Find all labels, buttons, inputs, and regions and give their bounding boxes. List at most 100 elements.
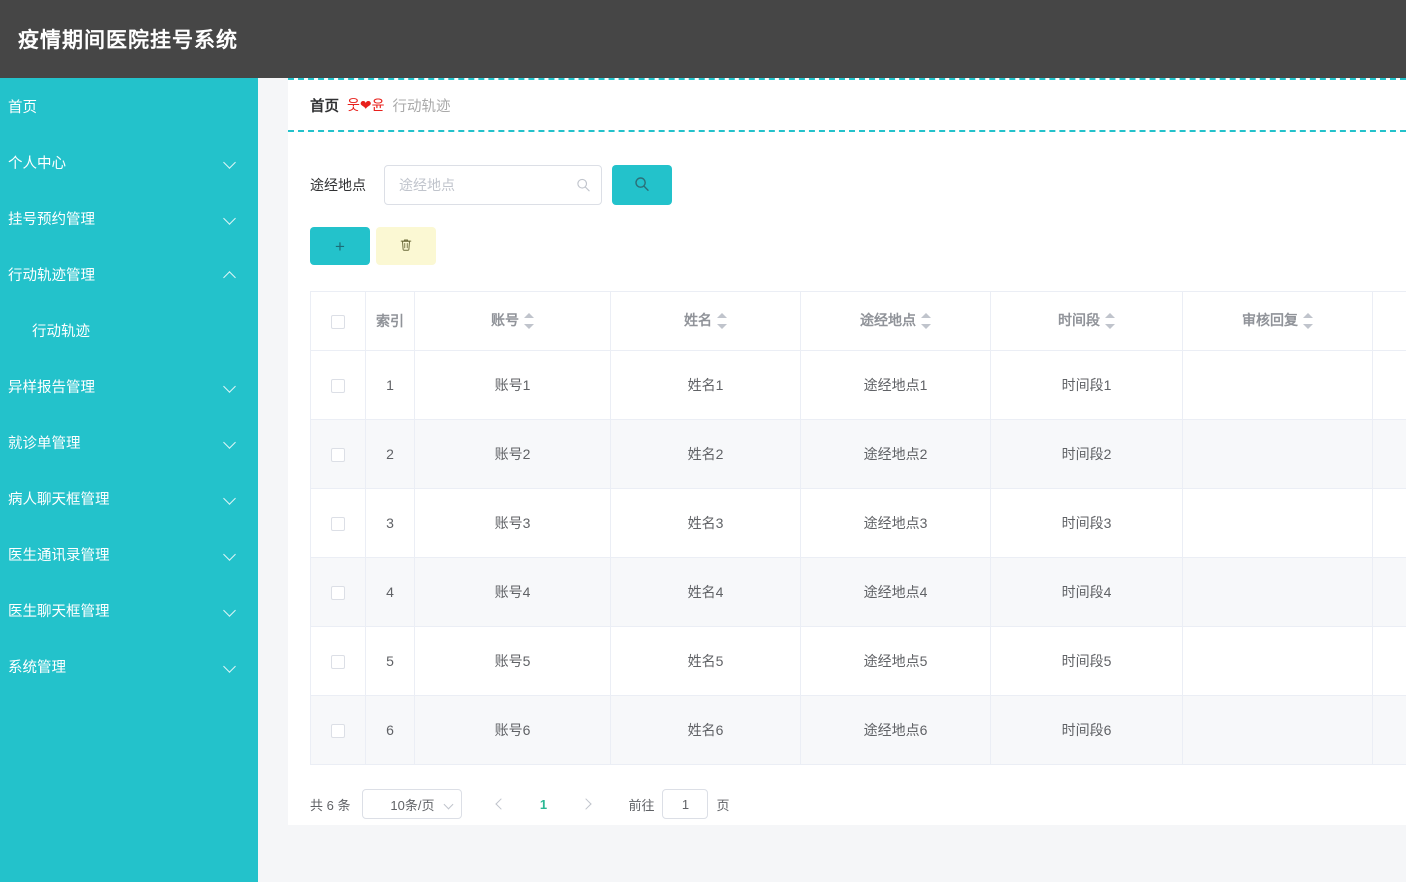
sort-icon[interactable]	[1105, 310, 1115, 332]
row-select-cell	[310, 488, 366, 558]
table-row[interactable]: 2 账号2 姓名2 途经地点2 时间段2	[310, 419, 1406, 489]
cell-reply	[1182, 695, 1373, 765]
sort-icon[interactable]	[524, 310, 534, 332]
sidebar-item-home[interactable]: 首页	[0, 78, 258, 134]
page-size-select[interactable]: 10条/页	[362, 789, 463, 819]
cell-period: 时间段4	[990, 557, 1183, 627]
cell-place: 途经地点5	[800, 626, 991, 696]
sidebar-item-system-management[interactable]: 系统管理	[0, 638, 258, 694]
search-button[interactable]	[612, 165, 672, 205]
page-size-label: 10条/页	[390, 797, 435, 813]
sidebar-item-label: 行动轨迹管理	[8, 267, 95, 284]
chevron-down-icon	[224, 548, 236, 560]
sidebar-item-doctor-chat-management[interactable]: 医生聊天框管理	[0, 582, 258, 638]
breadcrumb-separator-icon: 웃❤윤	[347, 97, 385, 113]
search-input[interactable]	[385, 166, 601, 204]
row-checkbox[interactable]	[331, 586, 345, 601]
table-row[interactable]: 5 账号5 姓名5 途经地点5 时间段5	[310, 626, 1406, 696]
table-row[interactable]: 4 账号4 姓名4 途经地点4 时间段4	[310, 557, 1406, 627]
cell-extra	[1372, 419, 1406, 489]
row-checkbox[interactable]	[331, 379, 345, 394]
sidebar-item-label: 医生通讯录管理	[8, 547, 110, 564]
column-header-period[interactable]: 时间段	[990, 291, 1183, 351]
chevron-up-icon	[224, 268, 236, 280]
pagination-total: 共 6 条	[310, 797, 351, 813]
breadcrumb: 首页 웃❤윤 行动轨迹	[288, 78, 1406, 132]
sidebar-item-visit-order-management[interactable]: 就诊单管理	[0, 414, 258, 470]
cell-name: 姓名6	[610, 695, 801, 765]
table-row[interactable]: 6 账号6 姓名6 途经地点6 时间段6	[310, 695, 1406, 765]
sidebar-item-label: 异样报告管理	[8, 379, 95, 396]
cell-period: 时间段1	[990, 350, 1183, 420]
pagination: 共 6 条 10条/页 1 前往 页	[288, 765, 1406, 819]
select-all-checkbox[interactable]	[331, 315, 345, 330]
add-button[interactable]: +	[310, 227, 370, 265]
cell-index: 5	[365, 626, 415, 696]
cell-extra	[1372, 557, 1406, 627]
search-icon	[634, 176, 650, 195]
chevron-down-icon	[224, 436, 236, 448]
column-header-reply[interactable]: 审核回复	[1182, 291, 1373, 351]
row-checkbox[interactable]	[331, 448, 345, 463]
cell-reply	[1182, 557, 1373, 627]
row-select-cell	[310, 419, 366, 489]
cell-reply	[1182, 488, 1373, 558]
cell-extra	[1372, 350, 1406, 420]
column-label: 时间段	[1058, 311, 1100, 328]
page-title: 疫情期间医院挂号系统	[18, 29, 238, 52]
next-page-button[interactable]	[572, 789, 602, 819]
cell-index: 6	[365, 695, 415, 765]
cell-reply	[1182, 626, 1373, 696]
sidebar-item-trajectory[interactable]: 行动轨迹	[0, 302, 258, 358]
cell-index: 4	[365, 557, 415, 627]
page-number-1[interactable]: 1	[528, 789, 558, 819]
sidebar-item-personal-center[interactable]: 个人中心	[0, 134, 258, 190]
cell-name: 姓名2	[610, 419, 801, 489]
row-select-cell	[310, 626, 366, 696]
cell-account: 账号2	[414, 419, 611, 489]
chevron-down-icon	[224, 212, 236, 224]
table-header-row: 索引 账号 姓名 途经地点 时间段 审核回复	[310, 291, 1406, 351]
row-checkbox[interactable]	[331, 655, 345, 670]
column-label: 账号	[491, 311, 519, 328]
column-header-place[interactable]: 途经地点	[800, 291, 991, 351]
cell-extra	[1372, 695, 1406, 765]
chevron-down-icon	[224, 156, 236, 168]
sort-icon[interactable]	[1303, 310, 1313, 332]
table-row[interactable]: 3 账号3 姓名3 途经地点3 时间段3	[310, 488, 1406, 558]
sidebar-item-registration-management[interactable]: 挂号预约管理	[0, 190, 258, 246]
column-header-account[interactable]: 账号	[414, 291, 611, 351]
cell-account: 账号4	[414, 557, 611, 627]
cell-index: 1	[365, 350, 415, 420]
chevron-left-icon	[495, 798, 507, 810]
select-all-cell	[310, 291, 366, 351]
jump-page-input[interactable]	[662, 789, 709, 819]
data-table: 索引 账号 姓名 途经地点 时间段 审核回复 1 账号1 姓名1 途经地点1 时…	[310, 291, 1406, 765]
row-checkbox[interactable]	[331, 724, 345, 739]
row-checkbox[interactable]	[331, 517, 345, 532]
breadcrumb-home[interactable]: 首页	[310, 95, 339, 116]
jump-label: 前往	[628, 797, 655, 813]
column-label: 索引	[376, 313, 404, 329]
sidebar-subitem-label: 行动轨迹	[32, 323, 90, 340]
sidebar-item-doctor-contacts-management[interactable]: 医生通讯录管理	[0, 526, 258, 582]
sort-icon[interactable]	[921, 310, 931, 332]
sidebar-item-label: 医生聊天框管理	[8, 603, 110, 620]
prev-page-button[interactable]	[484, 789, 514, 819]
cell-extra	[1372, 488, 1406, 558]
data-table-wrapper: 索引 账号 姓名 途经地点 时间段 审核回复 1 账号1 姓名1 途经地点1 时…	[310, 291, 1406, 765]
delete-button[interactable]	[376, 227, 436, 265]
sort-icon[interactable]	[717, 310, 727, 332]
table-row[interactable]: 1 账号1 姓名1 途经地点1 时间段1	[310, 350, 1406, 420]
sidebar-item-label: 首页	[8, 99, 37, 116]
sidebar-item-patient-chat-management[interactable]: 病人聊天框管理	[0, 470, 258, 526]
column-header-extra	[1372, 291, 1406, 351]
app-header: 疫情期间医院挂号系统	[0, 0, 1406, 78]
cell-account: 账号5	[414, 626, 611, 696]
sidebar-item-trajectory-management[interactable]: 行动轨迹管理	[0, 246, 258, 302]
chevron-down-icon	[224, 660, 236, 672]
sidebar-item-label: 病人聊天框管理	[8, 491, 110, 508]
column-header-name[interactable]: 姓名	[610, 291, 801, 351]
sidebar-item-abnormal-report-management[interactable]: 异样报告管理	[0, 358, 258, 414]
sidebar-item-label: 挂号预约管理	[8, 211, 95, 228]
